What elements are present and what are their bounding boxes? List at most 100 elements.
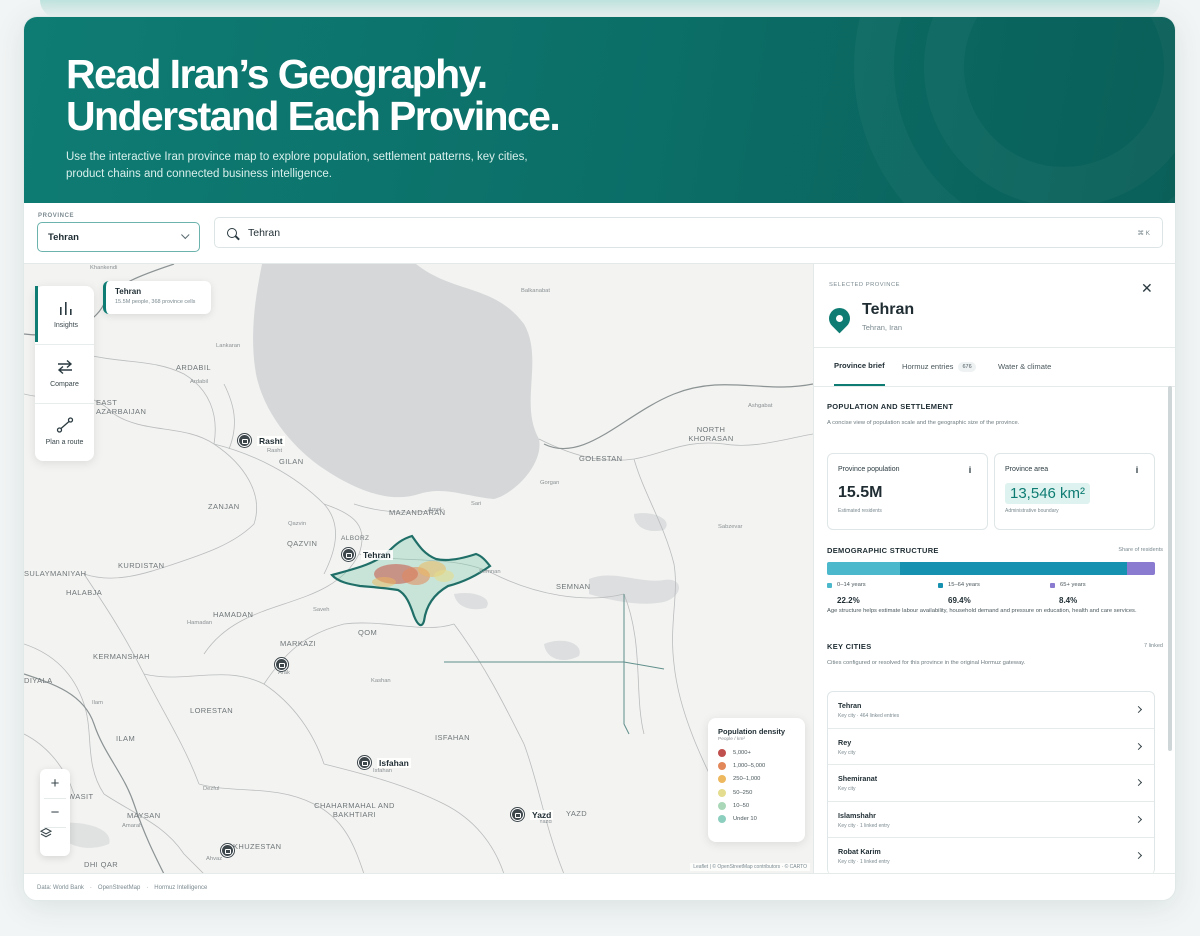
region-label: ZANJAN	[208, 502, 240, 511]
region-label: KURDISTAN	[118, 561, 165, 570]
legend-item: 10–50	[718, 799, 805, 812]
population-stat-value: 15.5M	[838, 484, 883, 501]
zoom-in-button[interactable]: +	[40, 769, 70, 798]
map-footer: Data: World Bank · OpenStreetMap · Hormu…	[24, 873, 1175, 900]
region-label: LORESTAN	[190, 706, 234, 715]
legend-item: 50–250	[718, 786, 805, 799]
city-list-item[interactable]: Rey Key city	[828, 729, 1154, 766]
region-label: GOLESTAN	[579, 454, 623, 463]
panel-scrollbar[interactable]	[1168, 386, 1172, 751]
age-bar-segment	[827, 562, 900, 575]
plan-route-tool-button[interactable]: Plan a route	[35, 403, 94, 459]
province-select[interactable]: Tehran	[37, 222, 200, 252]
area-stat-note: Administrative boundary	[1005, 508, 1059, 514]
city-list-item[interactable]: Islamshahr Key city · 1 linked entry	[828, 802, 1154, 839]
town-label: Qazvin	[288, 521, 307, 527]
town-label: Kashan	[371, 678, 391, 684]
hero-title: Read Iran’s Geography. Understand Each P…	[66, 51, 561, 139]
tooltip-title: Tehran	[115, 287, 142, 296]
province-map[interactable]: ARDABIL EAST AZARBAIJAN GILAN ZANJAN QAZ…	[24, 263, 813, 873]
area-stat-card: Province area i 13,546 km² Administrativ…	[994, 453, 1155, 530]
town-label: Semnan	[479, 569, 501, 575]
province-subtitle: Tehran, Iran	[862, 323, 903, 332]
panel-tabs: Province brief Hormuz entries 676 Water &…	[814, 347, 1175, 386]
city-pin-yazd[interactable]	[511, 808, 524, 821]
town-label: Amarah	[122, 823, 143, 829]
region-label: MAYSAN	[127, 811, 161, 820]
region-label: WASIT	[68, 792, 94, 801]
region-label: NORTH KHORASAN	[688, 425, 734, 443]
town-label: Dezful	[203, 786, 220, 792]
info-icon[interactable]: i	[965, 465, 975, 475]
controls-bar: PROVINCE Tehran Tehran ⌘ K	[24, 203, 1175, 263]
city-pin-arak[interactable]	[275, 658, 288, 671]
city-pin-rasht[interactable]	[238, 434, 251, 447]
town-label: Khankendi	[90, 265, 118, 271]
region-label: KHUZESTAN	[233, 842, 282, 851]
city-list-item[interactable]: Robat Karim Key city · 1 linked entry	[828, 838, 1154, 873]
province-panel: SELECTED PROVINCE ✕ Tehran Tehran, Iran …	[813, 263, 1175, 873]
close-panel-button[interactable]: ✕	[1141, 281, 1153, 295]
city-pin-tehran[interactable]	[342, 548, 355, 561]
city-pin-isfahan[interactable]	[358, 756, 371, 769]
town-label: Rasht	[267, 448, 283, 454]
search-input[interactable]: Tehran ⌘ K	[214, 217, 1163, 248]
tab-hormuz-entries[interactable]: Hormuz entries 676	[902, 347, 976, 386]
region-label: HAMADAN	[213, 610, 254, 619]
tab-province-brief[interactable]: Province brief	[834, 347, 885, 386]
zoom-controls: + −	[40, 769, 70, 856]
city-label-tehran: Tehran	[361, 550, 393, 560]
region-label: ISFAHAN	[435, 733, 470, 742]
tooltip-subtitle: 15.5M people, 368 province cells	[115, 299, 196, 305]
insights-tool-label: Insights	[53, 321, 79, 329]
city-list-item[interactable]: Shemiranat Key city	[828, 765, 1154, 802]
selected-province-label: SELECTED PROVINCE	[829, 282, 900, 288]
town-label: Ilam	[92, 700, 103, 706]
tab-water-climate[interactable]: Water & climate	[998, 347, 1051, 386]
city-label-isfahan: Isfahan	[377, 758, 411, 768]
info-icon[interactable]: i	[1132, 465, 1142, 475]
region-label: ILAM	[116, 734, 136, 743]
age-structure-bar	[827, 562, 1155, 575]
town-label: Hamadan	[187, 620, 213, 626]
hero-description: Use the interactive Iran province map to…	[66, 151, 528, 180]
population-stat-card: Province population i 15.5M Estimated re…	[827, 453, 988, 530]
age-bar-segment	[1127, 562, 1155, 575]
area-stat-value: 13,546 km²	[1005, 483, 1091, 504]
footer-source: OpenStreetMap	[97, 885, 141, 891]
insights-tool-button[interactable]: Insights	[35, 286, 94, 342]
province-label: PROVINCE	[38, 213, 75, 219]
population-stat-note: Estimated residents	[838, 508, 882, 514]
town-label: Ahvaz	[206, 856, 223, 862]
town-label: Sabzevar	[718, 524, 743, 530]
plan-route-tool-label: Plan a route	[45, 438, 84, 446]
zoom-out-button[interactable]: −	[40, 798, 70, 827]
city-pin-ahvaz[interactable]	[221, 844, 234, 857]
town-label: Gorgan	[540, 480, 560, 486]
layers-button[interactable]	[40, 827, 70, 856]
region-label: MARKAZI	[280, 639, 317, 648]
key-cities-desc: Cities configured or resolved for this p…	[827, 660, 1026, 666]
province-tooltip: Tehran 15.5M people, 368 province cells	[103, 281, 211, 314]
city-list-item[interactable]: Tehran Key city · 464 linked entries	[828, 692, 1154, 729]
search-icon	[227, 227, 237, 238]
region-label: EAST AZARBAIJAN	[96, 398, 147, 416]
town-label: Balkanabat	[521, 288, 551, 294]
map-attribution[interactable]: Leaflet | © OpenStreetMap contributors ·…	[690, 863, 810, 871]
province-select-value: Tehran	[48, 231, 79, 243]
chevron-right-icon	[1134, 852, 1143, 860]
swap-arrows-icon	[57, 359, 72, 374]
compare-tool-button[interactable]: Compare	[35, 345, 94, 401]
age-structure-note: Age structure helps estimate labour avai…	[827, 608, 1137, 614]
hormuz-entries-badge: 676	[958, 361, 976, 372]
age-group-value: 8.4%	[1059, 596, 1078, 605]
chevron-right-icon	[1134, 742, 1143, 750]
legend-item: Under 10	[718, 812, 805, 825]
region-label: SEMNAN	[556, 582, 591, 591]
legend-title: Population density	[718, 727, 786, 736]
age-group-label: 65+ years	[1050, 582, 1086, 588]
map-toolbox: Insights Compare Plan a route	[35, 286, 94, 461]
chevron-down-icon	[181, 230, 190, 240]
age-group-label: 15–64 years	[938, 582, 980, 588]
demographic-section-title: DEMOGRAPHIC STRUCTURE	[827, 546, 939, 555]
